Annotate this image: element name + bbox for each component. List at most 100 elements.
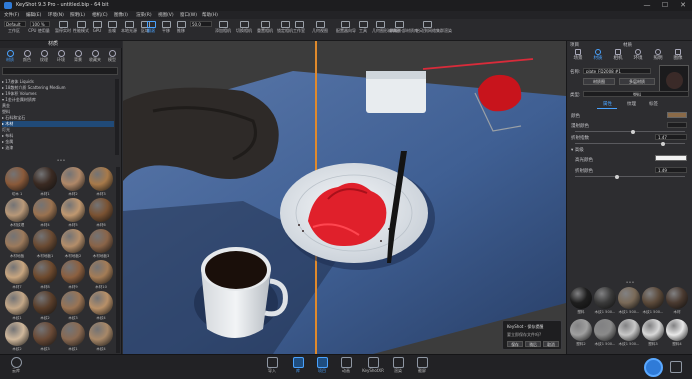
project-material-thumbnail[interactable] <box>594 287 616 309</box>
menu-help[interactable]: 帮助(H) <box>202 12 218 18</box>
tab-backgrounds[interactable]: 背景 <box>70 49 86 64</box>
tab-image[interactable]: 图像 <box>671 49 685 63</box>
toolbar-switch-camera[interactable]: 切换相机 <box>235 21 253 39</box>
toolbar-reset-camera[interactable]: 重置相机 <box>256 21 274 39</box>
subtab-textures[interactable]: 纹理 <box>627 101 636 107</box>
menu-lighting[interactable]: 照明(L) <box>70 12 85 18</box>
close-button[interactable]: ✕ <box>674 0 692 11</box>
tab-scene[interactable]: 场景 <box>571 49 585 63</box>
library-search-input[interactable] <box>2 67 118 75</box>
ribbon-library[interactable]: 库 <box>288 357 308 374</box>
material-thumbnail[interactable] <box>33 198 57 222</box>
material-thumbnail[interactable] <box>33 291 57 315</box>
toast-save-button[interactable]: 保存 <box>507 341 523 347</box>
material-thumbnail[interactable] <box>33 229 57 253</box>
material-thumbnail[interactable] <box>5 291 29 315</box>
tab-favorites[interactable]: 收藏夹 <box>87 49 103 64</box>
material-thumbnail[interactable] <box>5 167 29 191</box>
toolbar-gpu[interactable]: GPU <box>90 21 104 39</box>
tree-item[interactable]: ▸ 油漆 <box>2 145 114 151</box>
project-material-thumbnail[interactable] <box>618 319 640 341</box>
tab-material[interactable]: 材质 <box>591 49 605 63</box>
material-thumbnail[interactable] <box>61 229 85 253</box>
material-thumbnail[interactable] <box>89 198 113 222</box>
minimize-button[interactable]: — <box>638 0 656 11</box>
material-graph-button[interactable]: 材质图 <box>583 78 615 85</box>
diffuse-slider[interactable] <box>575 129 685 134</box>
subtab-labels[interactable]: 标签 <box>649 101 658 107</box>
ior-slider-knob[interactable] <box>661 141 665 146</box>
toolbar-local-light[interactable]: 本地光源 <box>120 21 138 39</box>
tab-lighting[interactable]: 照明 <box>651 49 665 63</box>
tab-environment[interactable]: 环境 <box>631 49 645 63</box>
menu-camera[interactable]: 相机(C) <box>92 12 108 18</box>
toolbar-geometry-editor[interactable]: 几何图形编辑器 <box>372 21 400 39</box>
project-material-thumbnail[interactable] <box>642 287 664 309</box>
color-swatch[interactable] <box>667 112 687 118</box>
material-thumbnail[interactable] <box>5 260 29 284</box>
material-grid-scrollbar[interactable] <box>116 167 120 353</box>
ribbon-keyshotxr[interactable]: KeyShotXR <box>360 357 386 374</box>
tab-models[interactable]: 模型 <box>104 49 120 64</box>
menu-image[interactable]: 图像(I) <box>114 12 128 18</box>
splitter-handle[interactable]: ••• <box>567 281 692 286</box>
material-thumbnail[interactable] <box>89 322 113 346</box>
advanced-section-header[interactable]: ▾ 高级 <box>571 147 584 153</box>
toolbar-tumble[interactable]: 翻滚 <box>144 21 158 39</box>
material-type-select[interactable]: 塑料 <box>583 91 689 97</box>
toolbar-dolly[interactable]: 推移 <box>174 21 188 39</box>
ior-value[interactable]: 1.47 <box>655 134 687 140</box>
material-thumbnail[interactable] <box>33 322 57 346</box>
tab-camera[interactable]: 相机 <box>611 49 625 63</box>
material-thumbnail[interactable] <box>5 198 29 222</box>
menu-environment[interactable]: 环境(N) <box>48 12 64 18</box>
expert-mode-icon[interactable] <box>670 361 682 373</box>
project-material-thumbnail[interactable] <box>570 287 592 309</box>
material-thumbnail[interactable] <box>5 229 29 253</box>
material-thumbnail[interactable] <box>61 260 85 284</box>
project-material-thumbnail[interactable] <box>618 287 640 309</box>
project-material-thumbnail[interactable] <box>666 319 688 341</box>
ribbon-screenshot[interactable]: 截屏 <box>412 357 432 374</box>
cloud-library-button[interactable]: 云库 <box>6 357 26 374</box>
menu-render[interactable]: 渲染(R) <box>136 12 152 18</box>
toolbar-studio[interactable]: 工作室 <box>290 21 308 39</box>
material-thumbnail[interactable] <box>33 167 57 191</box>
project-material-thumbnail[interactable] <box>570 319 592 341</box>
workspace-select[interactable]: Default <box>4 21 26 27</box>
refraction-value[interactable]: 1.49 <box>655 167 687 173</box>
ior-slider[interactable] <box>575 141 685 146</box>
refraction-slider[interactable] <box>575 174 685 179</box>
ribbon-project[interactable]: 项目 <box>312 357 332 374</box>
material-thumbnail[interactable] <box>89 167 113 191</box>
toolbar-configurator[interactable]: 配置器向导 <box>336 21 356 39</box>
ribbon-import[interactable]: 导入 <box>262 357 282 374</box>
toolbar-geometry-view[interactable]: 几何视图 <box>310 21 330 39</box>
diffuse-slider-knob[interactable] <box>631 129 635 134</box>
project-material-thumbnail[interactable] <box>642 319 664 341</box>
material-thumbnail[interactable] <box>89 260 113 284</box>
material-thumbnail[interactable] <box>5 322 29 346</box>
menu-edit[interactable]: 编辑(E) <box>26 12 41 18</box>
tab-textures[interactable]: 纹理 <box>36 49 52 64</box>
menu-window[interactable]: 窗口(W) <box>180 12 197 18</box>
material-thumbnail[interactable] <box>61 198 85 222</box>
toolbar-pause[interactable]: 暂停实时 <box>54 21 72 39</box>
tab-colors[interactable]: 颜色 <box>19 49 35 64</box>
toolbar-denoise[interactable]: 去噪 <box>105 21 119 39</box>
refraction-slider-knob[interactable] <box>615 174 619 179</box>
toolbar-network-render[interactable]: 启动到网络集群渲染 <box>416 21 452 39</box>
material-thumbnail[interactable] <box>89 229 113 253</box>
fov-value[interactable]: 50.0 <box>190 21 212 27</box>
ribbon-render[interactable]: 渲染 <box>388 357 408 374</box>
material-thumbnail[interactable] <box>61 167 85 191</box>
splitter-handle[interactable]: ••• <box>0 159 122 164</box>
toolbar-pan[interactable]: 平移 <box>159 21 173 39</box>
tab-materials[interactable]: 材质 <box>2 49 18 64</box>
material-name-input[interactable]: plate_FD2008 #1 <box>583 68 651 74</box>
toast-later-button[interactable]: 稍后 <box>525 341 541 347</box>
menu-file[interactable]: 文件(F) <box>4 12 19 18</box>
multi-material-button[interactable]: 多层材质 <box>619 78 655 85</box>
project-material-thumbnail[interactable] <box>666 287 688 309</box>
toolbar-refresh-materials[interactable]: 刷新外部材质库 <box>390 21 418 39</box>
